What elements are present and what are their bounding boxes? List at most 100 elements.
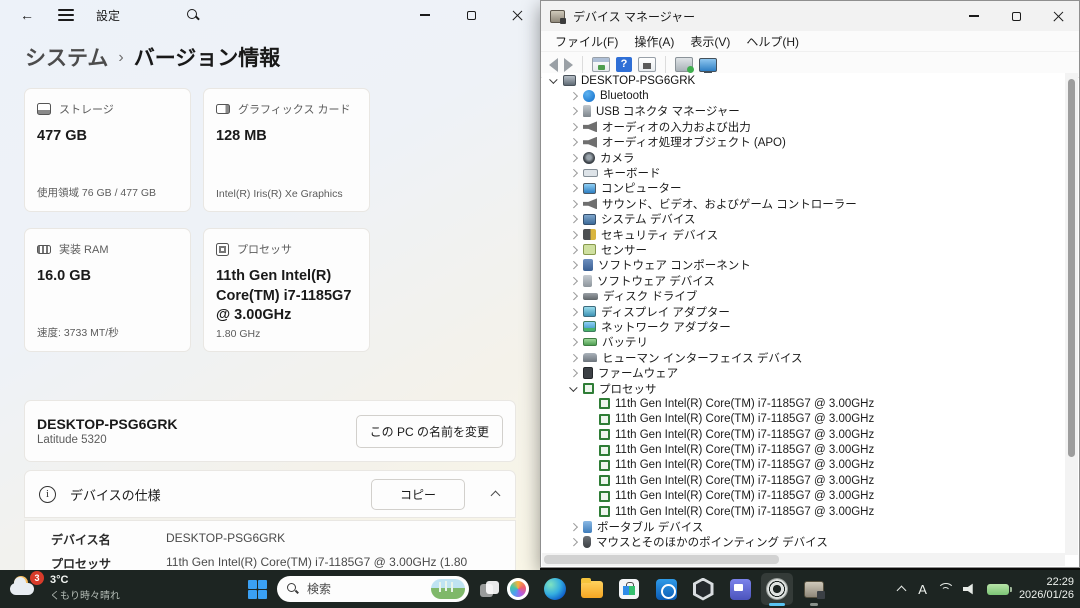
tree-row[interactable]: 11th Gen Intel(R) Core(TM) i7-1185G7 @ 3… [542,396,1066,411]
close-button[interactable] [1037,1,1079,31]
tree-row[interactable]: ポータブル デバイス [542,519,1066,534]
copy-button[interactable]: コピー [371,479,465,510]
tree-row[interactable]: システム デバイス [542,212,1066,227]
menu-item[interactable]: ファイル(F) [547,33,626,50]
tree-row[interactable]: カメラ [542,150,1066,165]
copilot-button[interactable] [502,573,534,605]
tree-row[interactable]: ファームウェア [542,365,1066,380]
hexagon-app-button[interactable] [687,573,719,605]
search-input[interactable] [307,582,417,596]
vertical-scrollbar[interactable] [1065,73,1078,555]
device-manager-taskbar-button[interactable] [798,573,830,605]
tree-row[interactable]: ディスプレイ アダプター [542,304,1066,319]
outlook-button[interactable] [650,573,682,605]
tree-chevron-icon[interactable] [567,198,581,210]
tree-row[interactable]: バッテリ [542,335,1066,350]
tree-row[interactable]: キーボード [542,165,1066,180]
tree-chevron-icon[interactable] [567,367,581,379]
tree-row[interactable]: コンピューター [542,181,1066,196]
clock[interactable]: 22:29 2026/01/26 [1019,576,1074,602]
tree-chevron-icon[interactable] [567,336,581,348]
wifi-icon[interactable] [937,583,953,596]
scrollbar-thumb[interactable] [544,555,779,564]
tree-row[interactable]: セキュリティ デバイス [542,227,1066,242]
help-icon[interactable] [616,57,632,72]
tree-chevron-icon[interactable] [567,136,581,148]
tree-row[interactable]: ソフトウェア コンポーネント [542,258,1066,273]
edge-button[interactable] [539,573,571,605]
tray-chevron-up-icon[interactable] [896,583,908,595]
chevron-up-icon[interactable] [491,489,501,499]
tree-chevron-icon[interactable] [567,90,581,102]
tree-row[interactable]: 11th Gen Intel(R) Core(TM) i7-1185G7 @ 3… [542,412,1066,427]
maximize-button[interactable] [448,0,494,30]
teams-button[interactable] [724,573,756,605]
menu-item[interactable]: 操作(A) [626,33,682,50]
tree-chevron-icon[interactable] [567,182,581,194]
file-explorer-button[interactable] [576,573,608,605]
tree-chevron-icon[interactable] [567,259,581,271]
breadcrumb-system-link[interactable]: システム [25,42,108,72]
search-icon[interactable] [186,8,200,22]
tree-chevron-icon[interactable] [567,213,581,225]
tree-chevron-icon[interactable] [567,306,581,318]
tree-row[interactable]: 11th Gen Intel(R) Core(TM) i7-1185G7 @ 3… [542,473,1066,488]
tree-row[interactable]: 11th Gen Intel(R) Core(TM) i7-1185G7 @ 3… [542,458,1066,473]
tree-row[interactable]: オーディオ処理オブジェクト (APO) [542,135,1066,150]
close-button[interactable] [494,0,540,30]
forward-icon[interactable] [564,58,573,72]
tree-chevron-icon[interactable] [567,167,581,179]
tree-chevron-icon[interactable] [567,290,581,302]
tree-row[interactable]: 11th Gen Intel(R) Core(TM) i7-1185G7 @ 3… [542,504,1066,519]
tree-chevron-icon[interactable] [567,536,581,548]
tree-chevron-icon[interactable] [547,75,561,87]
tree-chevron-icon[interactable] [567,352,581,364]
scan-hardware-icon[interactable] [675,57,693,72]
console-window-icon[interactable] [592,57,610,72]
tree-row[interactable]: ソフトウェア デバイス [542,273,1066,288]
horizontal-scrollbar[interactable] [542,553,1065,566]
tree-row[interactable]: プロセッサ [542,381,1066,396]
tree-row[interactable]: センサー [542,242,1066,257]
search-highlight-image[interactable] [431,579,465,599]
tree-row[interactable]: マウスとそのほかのポインティング デバイス [542,535,1066,550]
weather-widget[interactable]: 3 3°C くもり時々晴れ [4,572,126,604]
tree-row[interactable]: 11th Gen Intel(R) Core(TM) i7-1185G7 @ 3… [542,427,1066,442]
tree-row[interactable]: 11th Gen Intel(R) Core(TM) i7-1185G7 @ 3… [542,442,1066,457]
volume-icon[interactable] [963,583,977,595]
back-icon[interactable] [549,58,558,72]
tree-row[interactable]: ヒューマン インターフェイス デバイス [542,350,1066,365]
tree-chevron-icon[interactable] [567,229,581,241]
tree-row[interactable]: ネットワーク アダプター [542,319,1066,334]
back-icon[interactable] [20,7,36,23]
tree-chevron-icon[interactable] [567,321,581,333]
tree-row[interactable]: サウンド、ビデオ、およびゲーム コントローラー [542,196,1066,211]
rename-pc-button[interactable]: この PC の名前を変更 [356,415,503,448]
maximize-button[interactable] [995,1,1037,31]
minimize-button[interactable] [402,0,448,30]
tree-chevron-icon[interactable] [567,121,581,133]
microsoft-store-button[interactable] [613,573,645,605]
tree-row[interactable]: USB コネクタ マネージャー [542,104,1066,119]
menu-item[interactable]: 表示(V) [682,33,738,50]
tree-row[interactable]: オーディオの入力および出力 [542,119,1066,134]
tree-row[interactable]: 11th Gen Intel(R) Core(TM) i7-1185G7 @ 3… [542,489,1066,504]
minimize-button[interactable] [953,1,995,31]
tree-row[interactable]: ディスク ドライブ [542,288,1066,303]
device-spec-expander[interactable]: デバイスの仕様 コピー [24,470,516,518]
tree-chevron-icon[interactable] [567,521,581,533]
scrollbar-thumb[interactable] [1068,79,1075,457]
tree-row[interactable]: DESKTOP-PSG6GRK [542,73,1066,88]
battery-icon[interactable] [987,584,1009,595]
show-window-icon[interactable] [638,57,656,72]
tree-chevron-icon[interactable] [567,152,581,164]
tree-chevron-icon[interactable] [567,275,581,287]
settings-taskbar-button[interactable] [761,573,793,605]
computer-properties-icon[interactable] [699,58,717,72]
menu-item[interactable]: ヘルプ(H) [738,33,807,50]
hamburger-menu-icon[interactable] [58,9,74,21]
tree-chevron-icon[interactable] [567,105,581,117]
start-button[interactable] [241,573,273,605]
tree-chevron-icon[interactable] [567,383,581,395]
ime-indicator[interactable]: A [918,582,927,597]
